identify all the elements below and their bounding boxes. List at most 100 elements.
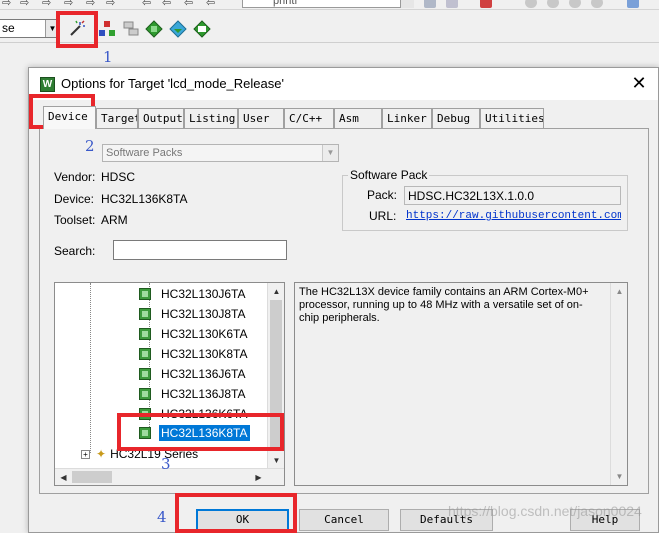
tab-strip: Device Target Output Listing User C/C++ … — [39, 106, 639, 129]
options-for-target-dialog: W Options for Target 'lcd_mode_Release' … — [28, 67, 659, 533]
tree-device-label: HC32L130J6TA — [161, 287, 246, 301]
software-packs-select[interactable]: Software Packs ▼ — [102, 144, 339, 162]
tab-target[interactable]: Target — [96, 108, 138, 128]
description-scrollbar[interactable]: ▲ ▼ — [610, 283, 627, 485]
manage-rte-button[interactable] — [191, 18, 213, 40]
tab-asm[interactable]: Asm — [334, 108, 382, 128]
toolbar-arrow-icon[interactable]: ⇦ — [206, 0, 215, 9]
toolbar-arrow-icon[interactable]: ⇨ — [86, 0, 95, 9]
step-number-1: 1 — [103, 48, 113, 66]
toolset-label: Toolset: — [54, 213, 96, 227]
toolbar-arrow-icon[interactable]: ⇨ — [64, 0, 73, 9]
tab-label: Output — [143, 112, 183, 125]
toolbar-arrow-icon[interactable]: ⇨ — [2, 0, 11, 9]
select-software-packs-button[interactable] — [167, 18, 189, 40]
step-number-2: 2 — [85, 137, 95, 155]
toolbar-arrow-icon[interactable]: ⇦ — [184, 0, 193, 9]
pack-url-link[interactable]: https://raw.githubusercontent.com/hc — [406, 210, 621, 226]
tree-device-item[interactable]: HC32L130J6TA — [139, 285, 267, 303]
tab-user[interactable]: User — [238, 108, 284, 128]
debug-icon[interactable] — [480, 0, 492, 8]
vendor-value: HDSC — [101, 170, 136, 184]
scroll-up-icon[interactable]: ▲ — [268, 283, 284, 300]
breakpoint-icon[interactable] — [569, 0, 581, 8]
diamond-blue-icon — [169, 20, 187, 38]
pack-installer-button[interactable] — [143, 18, 165, 40]
device-description: The HC32L13X device family contains an A… — [294, 282, 628, 486]
chevron-down-icon[interactable]: ▼ — [322, 145, 338, 161]
url-label: URL: — [369, 209, 397, 223]
close-icon[interactable]: ✕ — [628, 72, 650, 94]
tree-device-label: HC32L130J8TA — [161, 307, 246, 321]
stack-icon — [123, 21, 139, 36]
target-select[interactable]: se ▼ — [0, 19, 60, 38]
tree-device-label: HC32L136J8TA — [161, 387, 246, 401]
chip-icon — [139, 388, 151, 400]
find-combobox-value: printf — [273, 0, 298, 7]
window-icon[interactable] — [627, 0, 639, 8]
search-label: Search: — [54, 244, 96, 258]
search-input[interactable] — [113, 240, 287, 260]
scroll-down-icon[interactable]: ▼ — [268, 452, 284, 469]
tab-label: Linker — [387, 112, 427, 125]
find-combobox[interactable]: printf — [242, 0, 414, 8]
incremental-find-icon[interactable] — [446, 0, 458, 8]
toolbar-arrow-icon[interactable]: ⇨ — [42, 0, 51, 9]
scroll-right-icon[interactable]: ▶ — [250, 469, 267, 485]
chip-icon — [139, 368, 151, 380]
rte-green-icon — [193, 20, 211, 38]
highlight-selected-device — [117, 413, 284, 451]
scroll-down-icon[interactable]: ▼ — [611, 468, 628, 485]
chip-icon — [139, 348, 151, 360]
copy-target-button[interactable] — [120, 18, 142, 40]
expand-icon[interactable]: + — [81, 449, 90, 459]
tree-device-item[interactable]: HC32L130K8TA — [139, 345, 267, 363]
dialog-titlebar[interactable]: W Options for Target 'lcd_mode_Release' … — [29, 68, 658, 100]
highlight-ok-button — [175, 493, 297, 533]
tab-device[interactable]: Device — [43, 106, 96, 129]
find-dropdown-arrow[interactable] — [400, 0, 414, 8]
toolset-value: ARM — [101, 213, 128, 227]
tree-device-item[interactable]: HC32L130J8TA — [139, 305, 267, 323]
tree-device-item[interactable]: HC32L136J8TA — [139, 385, 267, 403]
find-in-files-icon[interactable] — [424, 0, 436, 8]
pack-value: HDSC.HC32L13X.1.0.0 — [404, 186, 621, 205]
dialog-title: Options for Target 'lcd_mode_Release' — [61, 76, 284, 91]
toolbar-arrow-icon[interactable]: ⇦ — [162, 0, 171, 9]
scroll-left-icon[interactable]: ◀ — [55, 469, 72, 485]
breakpoint-icon[interactable] — [591, 0, 603, 8]
tab-debug[interactable]: Debug — [432, 108, 480, 128]
tree-device-item[interactable]: HC32L130K6TA — [139, 325, 267, 343]
tree-device-label: HC32L136J6TA — [161, 367, 246, 381]
toolbar-arrow-icon[interactable]: ⇨ — [20, 0, 29, 9]
tab-linker[interactable]: Linker — [382, 108, 432, 128]
scroll-up-icon[interactable]: ▲ — [611, 283, 628, 300]
tab-label: User — [243, 112, 270, 125]
tab-label: Debug — [437, 112, 471, 125]
project-items-icon — [99, 21, 115, 36]
scroll-thumb[interactable] — [72, 471, 112, 483]
tab-label: Device — [48, 110, 88, 123]
tab-label: Listing — [189, 112, 236, 125]
breakpoint-icon[interactable] — [525, 0, 537, 8]
chip-icon — [139, 328, 151, 340]
tree-line — [90, 283, 91, 453]
breakpoint-icon[interactable] — [547, 0, 559, 8]
tab-listing[interactable]: Listing — [184, 108, 238, 128]
series-icon: ✦ — [96, 447, 107, 461]
toolbar-arrow-icon[interactable]: ⇦ — [142, 0, 151, 9]
tree-device-item[interactable]: HC32L136J6TA — [139, 365, 267, 383]
step-number-4: 4 — [157, 508, 167, 526]
software-packs-select-value: Software Packs — [106, 147, 183, 159]
tab-cc[interactable]: C/C++ — [284, 108, 334, 128]
tree-device-label: HC32L130K6TA — [161, 327, 248, 341]
tab-output[interactable]: Output — [138, 108, 184, 128]
software-pack-legend: Software Pack — [348, 168, 430, 182]
device-label: Device: — [54, 192, 95, 206]
manage-project-items-button[interactable] — [96, 18, 118, 40]
toolbar-arrow-icon[interactable]: ⇨ — [106, 0, 115, 9]
tab-label: Asm — [339, 112, 359, 125]
tab-utilities[interactable]: Utilities — [480, 108, 544, 128]
cancel-button[interactable]: Cancel — [299, 509, 389, 531]
diamond-green-icon — [145, 20, 163, 38]
